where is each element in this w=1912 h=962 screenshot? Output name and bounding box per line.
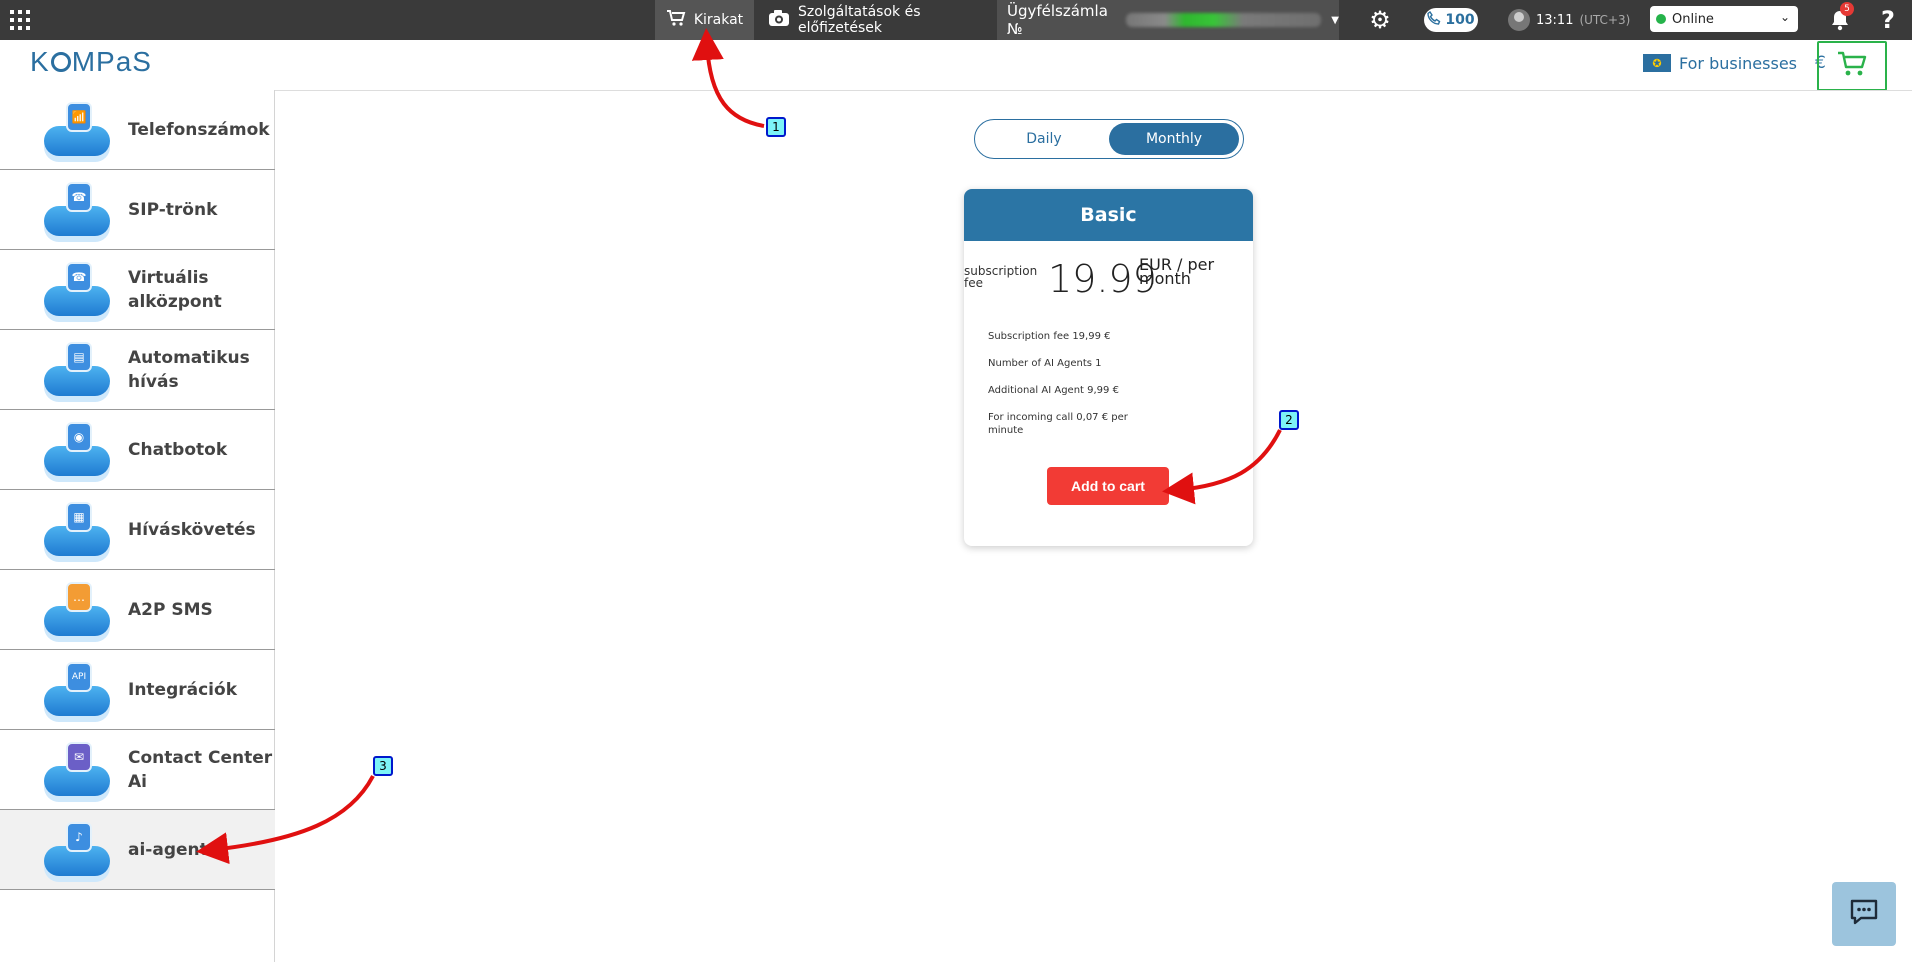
status-select[interactable]: Online ⌄ [1650,6,1798,32]
cart-button[interactable] [1817,41,1887,91]
contact-center-cloud-icon: ✉ [44,738,116,802]
logo-compass-icon [50,52,71,72]
sidebar-item-label: Chatbotok [128,439,228,460]
sms-cloud-icon: … [44,578,116,642]
header-divider [275,90,1912,91]
top-bar: Kirakat Szolgáltatások és előfizetések Ü… [0,0,1912,40]
clock-time: 13:11 [1536,12,1574,28]
clock-timezone: (UTC+3) [1579,13,1631,27]
phone-numbers-cloud-icon: 📶 [44,98,116,162]
sidebar: 📶 Telefonszámok ☎ SIP-trönk ☎ Virtuális … [0,90,275,962]
services-button[interactable]: Szolgáltatások és előfizetések [768,0,990,40]
sip-trunk-cloud-icon: ☎ [44,178,116,242]
chat-button[interactable] [1832,882,1896,946]
sidebar-item-sip-trunk[interactable]: ☎ SIP-trönk [0,170,275,250]
sidebar-item-label: ai-agent [128,839,208,860]
account-number-redacted [1126,13,1322,27]
sidebar-item-label: Contact Center Ai [128,747,273,792]
feature-item: Additional AI Agent 9,99 € [988,385,1119,396]
logo-text-start: K [30,46,50,77]
autodialer-cloud-icon: ▤ [44,338,116,402]
sidebar-item-integrations[interactable]: API Integrációk [0,650,275,730]
apps-grid-icon[interactable] [10,10,30,30]
status-value: Online [1672,11,1714,27]
sidebar-item-label: Virtuális alközpont [128,267,222,312]
sidebar-item-a2p-sms[interactable]: … A2P SMS [0,570,275,650]
phone-icon [1427,10,1441,29]
plan-name: Basic [964,189,1253,241]
sidebar-item-phone-numbers[interactable]: 📶 Telefonszámok [0,90,275,170]
sidebar-item-label: Integrációk [128,679,237,700]
billing-period-toggle: Daily Monthly [974,119,1244,159]
account-selector[interactable]: Ügyfélszámla № ▼ [997,0,1339,40]
annotation-badge-3: 3 [373,756,393,776]
user-clock[interactable]: 13:11 (UTC+3) [1508,0,1630,40]
eu-flag-icon: ✪ [1643,54,1671,72]
toggle-daily[interactable]: Daily [979,123,1109,155]
sidebar-item-contact-center-ai[interactable]: ✉ Contact Center Ai [0,730,275,810]
business-label: For businesses [1679,53,1797,73]
help-icon[interactable]: ? [1876,0,1900,40]
price-row: subscription fee 19.99 EUR / per month [964,257,1253,305]
chevron-down-icon: ▼ [1331,14,1339,26]
phone-count: 100 [1445,12,1475,28]
feature-item: For incoming call 0,07 € per minute [988,412,1128,436]
feature-item: Subscription fee 19,99 € [988,331,1111,342]
sidebar-item-label: SIP-trönk [128,199,218,220]
chevron-down-icon: ⌄ [1779,10,1790,24]
notification-count-badge: 5 [1840,2,1854,16]
avatar [1508,9,1530,31]
chatbots-cloud-icon: ◉ [44,418,116,482]
sidebar-item-virtual-pbx[interactable]: ☎ Virtuális alközpont [0,250,275,330]
services-label: Szolgáltatások és előfizetések [798,4,921,36]
gear-icon[interactable]: ⚙ [1367,0,1393,40]
cart-icon [666,9,686,31]
sidebar-item-label: A2P SMS [128,599,213,620]
logo-text-end: aS [115,46,152,77]
cart-icon [1836,50,1868,82]
business-switch[interactable]: ✪ For businesses € [1643,53,1826,73]
camera-icon [768,9,790,31]
sidebar-item-label: Híváskövetés [128,519,256,540]
api-cloud-icon: API [44,658,116,722]
sidebar-item-call-tracking[interactable]: ▦ Híváskövetés [0,490,275,570]
showcase-label: Kirakat [693,12,744,28]
add-to-cart-button[interactable]: Add to cart [1047,467,1169,505]
fee-label: subscription fee [964,264,1038,290]
ai-agent-cloud-icon: ♪ [44,818,116,882]
phone-lines-badge[interactable]: 100 [1424,8,1478,32]
annotation-arrows [196,28,1282,865]
sidebar-item-label: Automatikus hívás [128,347,250,392]
account-label: Ügyfélszámla № [1007,2,1108,38]
annotation-arrow-1 [691,28,765,128]
plan-card: Basic subscription fee 19.99 EUR / per m… [964,189,1253,546]
toggle-monthly[interactable]: Monthly [1109,123,1239,155]
online-dot-icon [1656,14,1666,24]
logo[interactable]: K MPaS [30,46,152,78]
price-period: EUR / per month [1139,255,1215,288]
chat-bubble-icon [1849,898,1879,930]
sidebar-item-label: Telefonszámok [128,119,270,140]
sidebar-item-chatbots[interactable]: ◉ Chatbotok [0,410,275,490]
annotation-badge-2: 2 [1279,410,1299,430]
sidebar-item-autodialer[interactable]: ▤ Automatikus hívás [0,330,275,410]
plan-features: Subscription fee 19,99 € Number of AI Ag… [988,330,1138,451]
feature-item: Number of AI Agents 1 [988,358,1102,369]
sidebar-item-ai-agent[interactable]: ♪ ai-agent [0,810,275,890]
showcase-button[interactable]: Kirakat [655,0,754,40]
virtual-pbx-cloud-icon: ☎ [44,258,116,322]
annotation-badge-1: 1 [766,117,786,137]
logo-text-middle: MP [71,46,116,77]
call-tracking-cloud-icon: ▦ [44,498,116,562]
